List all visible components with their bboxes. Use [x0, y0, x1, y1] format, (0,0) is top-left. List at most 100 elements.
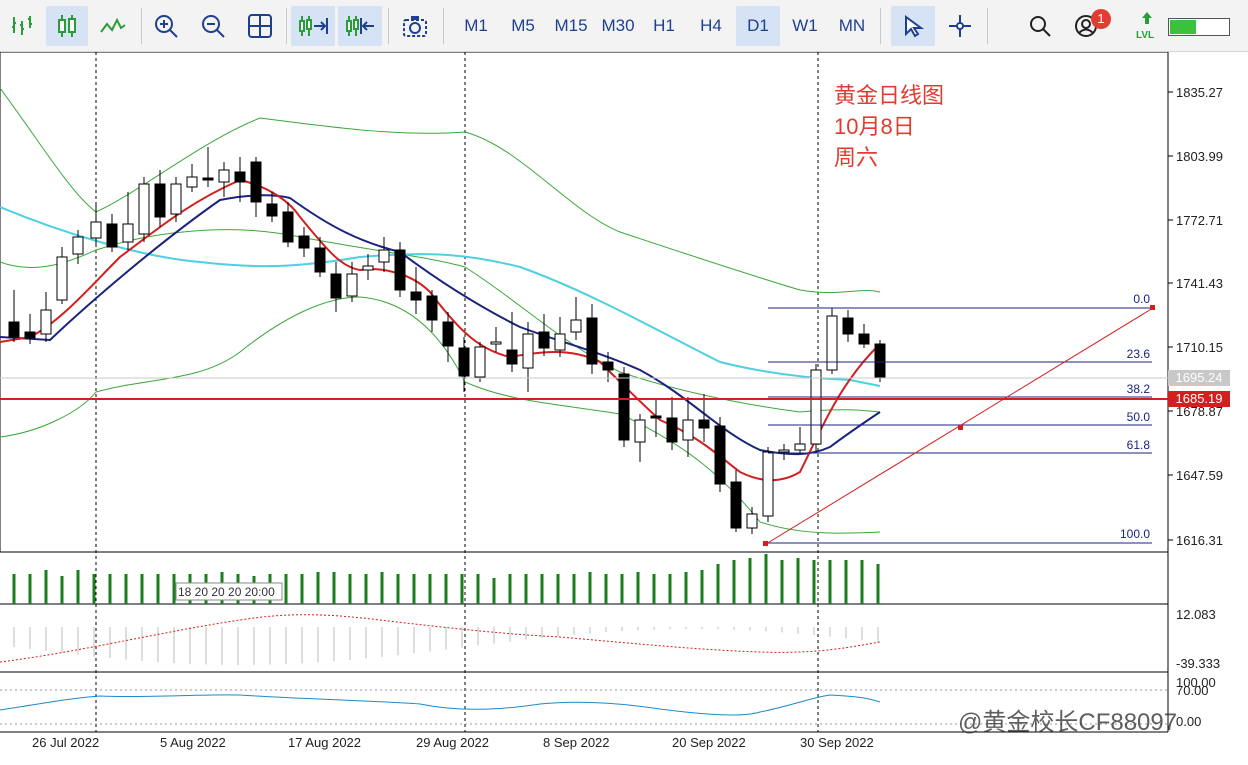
candle-bearish [154, 183, 166, 218]
candle-bearish [858, 333, 870, 345]
time-label-2: 5 Aug 2022 [160, 735, 226, 750]
candle-bearish [234, 171, 246, 183]
candle-bearish [426, 295, 438, 321]
candle-bullish [138, 183, 150, 235]
candle-bearish [314, 247, 326, 273]
candle-bearish [8, 321, 20, 338]
timeframe-m15[interactable]: M15 [548, 6, 594, 46]
crosshair-icon[interactable] [940, 6, 980, 46]
candle-bearish [538, 331, 550, 349]
grid-icon[interactable] [240, 6, 280, 46]
candle-bullish [362, 265, 374, 271]
candle-bearish [442, 321, 454, 347]
fib-level-23-6: 23.6 [1127, 347, 1151, 361]
candle-bearish [618, 373, 630, 441]
time-label-7: 30 Sep 2022 [800, 735, 874, 750]
macd-tick-bottom: -39.333 [1176, 656, 1220, 671]
chart-area[interactable]: 0.0 23.6 38.2 50.0 61.8 100.0 18 20 20 2… [0, 51, 1248, 760]
candle-bullish [810, 369, 822, 445]
timeframe-m30[interactable]: M30 [596, 6, 640, 46]
timeframe-m5[interactable]: M5 [501, 6, 545, 46]
timeframe-mn[interactable]: MN [830, 6, 874, 46]
candle-bullish [346, 273, 358, 297]
annotation-weekday: 周六 [834, 145, 879, 170]
annotation-title: 黄金日线图 [834, 83, 945, 108]
candle-bearish [506, 349, 518, 365]
search-icon[interactable] [1020, 6, 1060, 46]
timeframe-w1[interactable]: W1 [783, 6, 827, 46]
macd-tick-top: 12.083 [1176, 607, 1216, 622]
fib-level-100: 100.0 [1120, 527, 1150, 541]
watermark: @黄金校长CF88097 [958, 709, 1178, 736]
timeframe-m1[interactable]: M1 [454, 6, 498, 46]
timeframe-h1[interactable]: H1 [642, 6, 686, 46]
candle-bearish [874, 343, 886, 379]
price-tick-2: 1803.99 [1176, 149, 1223, 164]
time-label-6: 20 Sep 2022 [672, 735, 746, 750]
candle-bearish [666, 417, 678, 443]
candle-bullish [170, 183, 182, 215]
fib-level-38-2: 38.2 [1127, 382, 1151, 396]
candle-bullish [378, 249, 390, 263]
zoom-out-icon[interactable] [193, 6, 233, 46]
timeframe-h4[interactable]: H4 [689, 6, 733, 46]
candle-bullish [746, 513, 758, 529]
candle-bearish [602, 361, 614, 371]
zoom-in-icon[interactable] [146, 6, 186, 46]
red-level-tag: 1685.19 [1168, 391, 1230, 407]
price-tick-4: 1741.43 [1176, 276, 1223, 291]
candle-bearish [298, 235, 310, 249]
period-separators [95, 52, 819, 732]
candle-bearish [714, 425, 726, 485]
candle-bullish [682, 419, 694, 441]
time-label-4: 29 Aug 2022 [416, 735, 489, 750]
candle-bearish [106, 223, 118, 248]
candle-bullish [186, 176, 198, 188]
candle-bullish [794, 443, 806, 451]
signal-strength-bar [1168, 18, 1230, 36]
candle-bearish [330, 273, 342, 299]
price-tick-5: 1710.15 [1176, 340, 1223, 355]
candle-bullish [56, 256, 68, 301]
candle-bearish [586, 317, 598, 365]
screenshot-icon[interactable] [395, 6, 435, 46]
level-up-icon[interactable] [1130, 4, 1164, 32]
line-icon[interactable] [92, 6, 134, 46]
main-pane-border [0, 51, 1169, 553]
time-label-3: 17 Aug 2022 [288, 735, 361, 750]
candle-bullish [474, 346, 486, 378]
candle-bullish [72, 236, 84, 255]
chart-shift-icon[interactable] [338, 6, 382, 46]
auto-scroll-icon[interactable] [291, 6, 335, 46]
candle-bullish [522, 333, 534, 369]
price-chart[interactable]: 0.0 23.6 38.2 50.0 61.8 100.0 18 20 20 2… [0, 51, 1248, 760]
candles-group [8, 147, 886, 534]
timeframe-d1[interactable]: D1 [736, 6, 780, 46]
rsi-tick-70: 70.00 [1176, 683, 1209, 698]
price-tick-3: 1772.71 [1176, 213, 1223, 228]
candle-bullish [122, 223, 134, 243]
candle-bearish [24, 331, 36, 339]
candle-bearish [282, 211, 294, 243]
cursor-icon[interactable] [891, 6, 935, 46]
candle-bearish [250, 161, 262, 203]
toolbar: M1 M5 M15 M30 H1 H4 D1 W1 MN 1 LVL [0, 0, 1248, 52]
level-label: LVL [1136, 30, 1155, 41]
candlestick-icon[interactable] [46, 6, 88, 46]
candle-bullish [762, 451, 774, 517]
candle-bullish [570, 319, 582, 333]
candle-bullish [40, 309, 52, 335]
volume-histogram [12, 554, 880, 604]
candle-bullish [634, 419, 646, 443]
price-tick-8: 1616.31 [1176, 533, 1223, 548]
macd-signal-line [0, 614, 881, 663]
candle-bearish [410, 291, 422, 301]
current-price-tag: 1695.24 [1168, 370, 1230, 386]
notification-badge[interactable]: 1 [1091, 9, 1111, 29]
candle-bullish [554, 333, 566, 351]
line-chart-icon[interactable] [2, 6, 42, 46]
candle-bearish [394, 249, 406, 291]
time-label-1: 26 Jul 2022 [32, 735, 99, 750]
candle-bullish [778, 449, 790, 453]
price-tick-1: 1835.27 [1176, 85, 1223, 100]
